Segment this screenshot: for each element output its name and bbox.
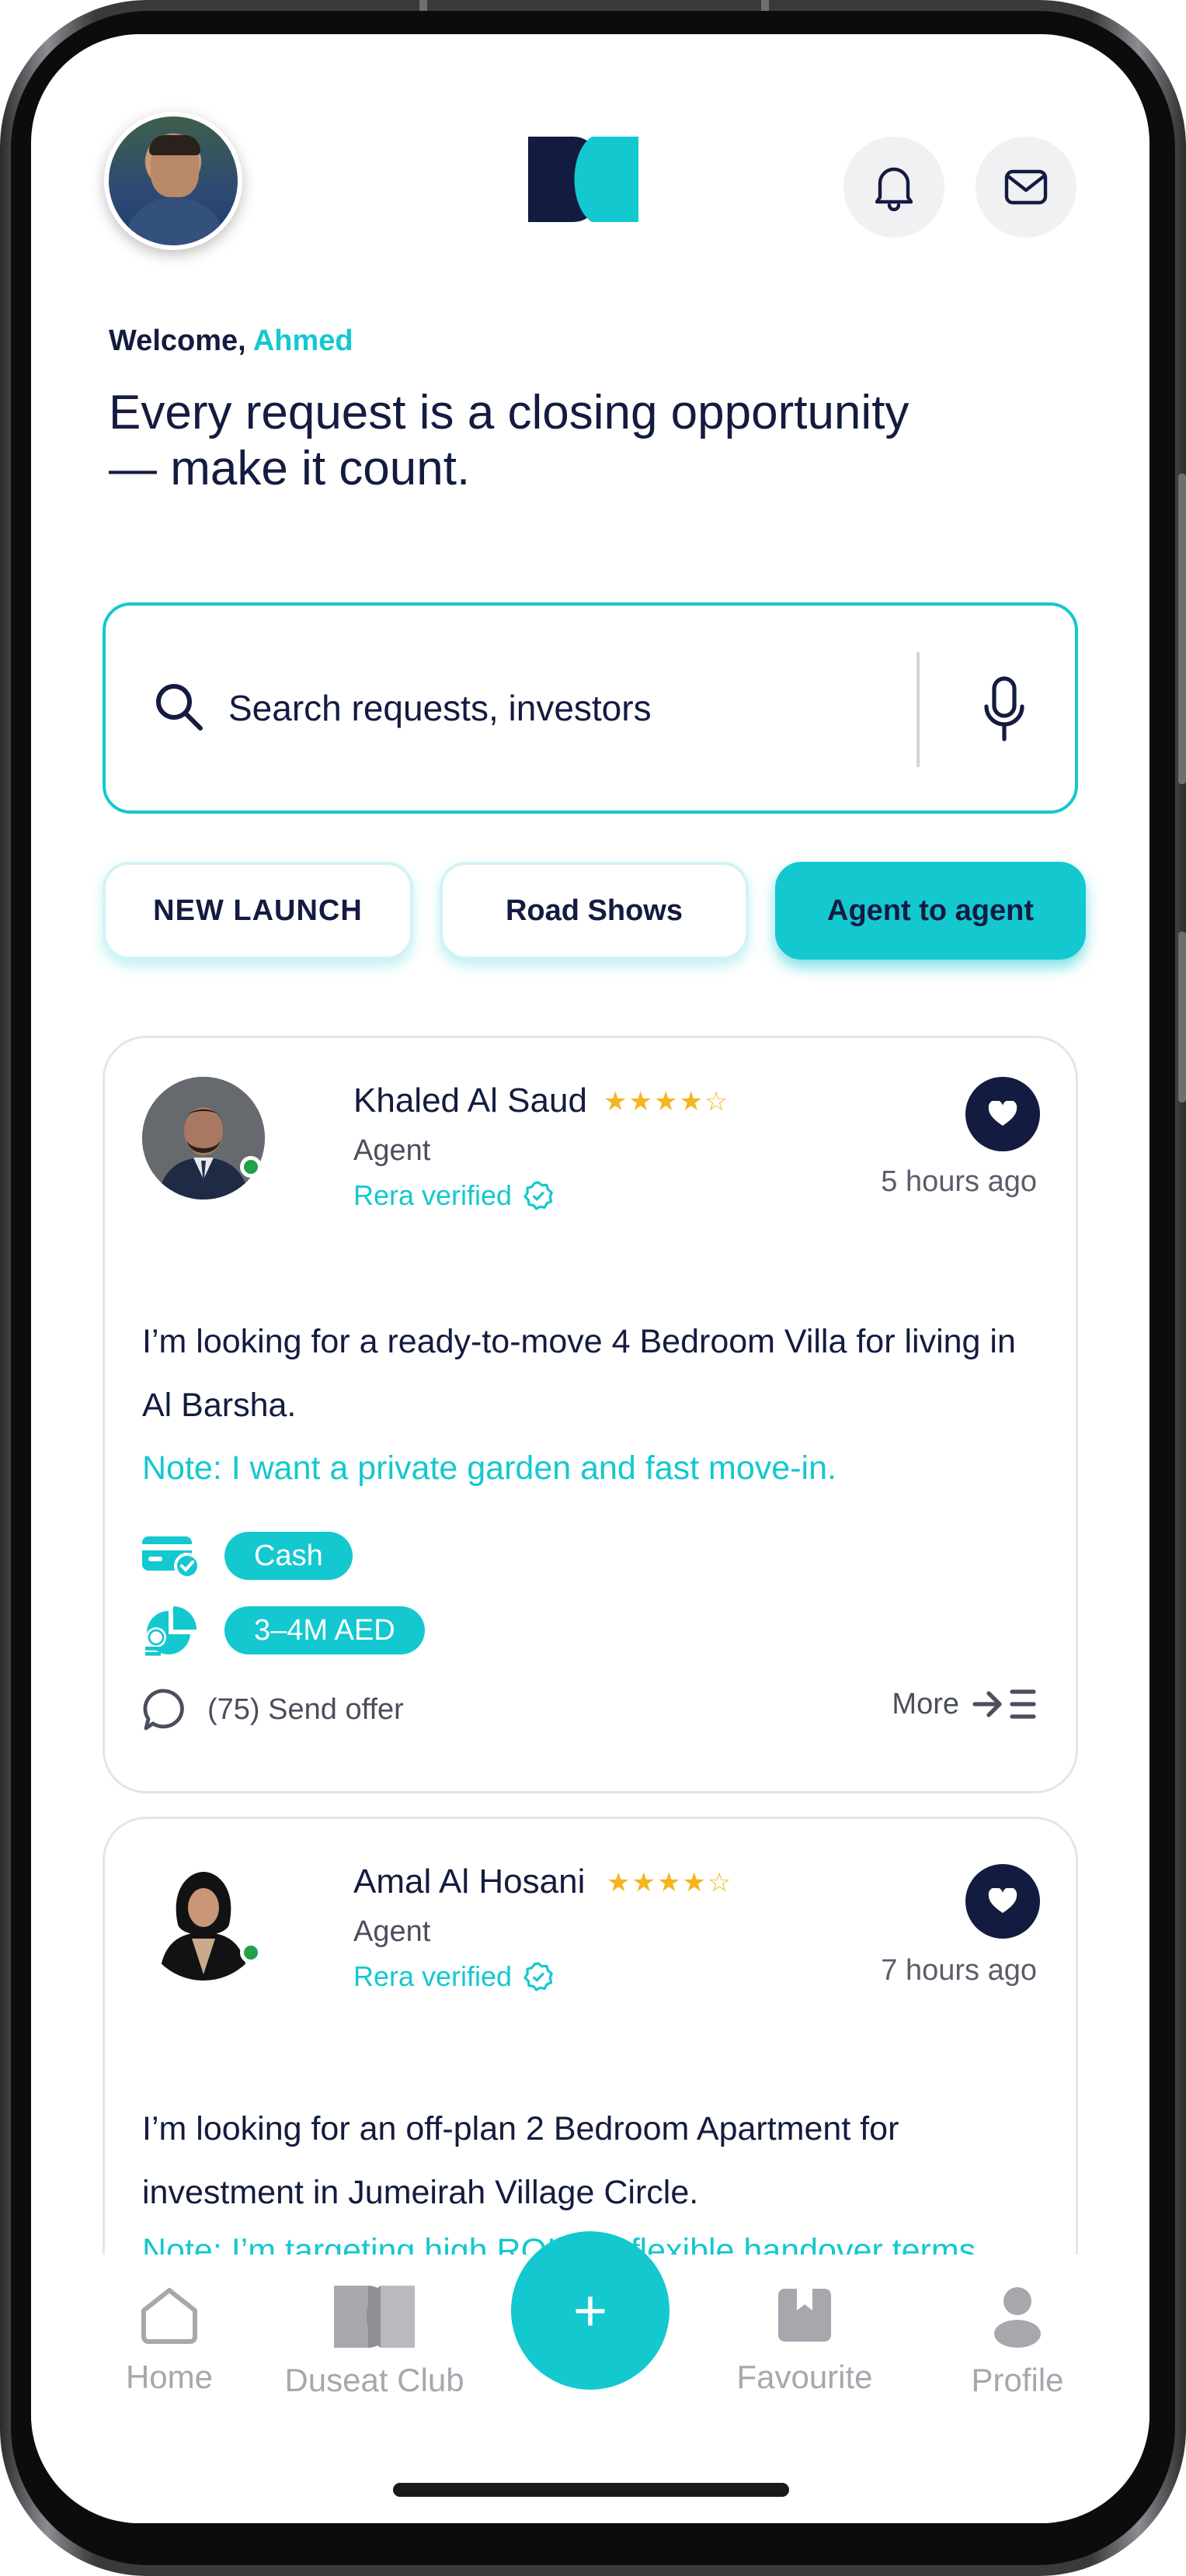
duseat-logo xyxy=(528,137,638,222)
nav-home-label: Home xyxy=(125,2359,214,2395)
bookmark-folder-icon xyxy=(778,2289,831,2342)
rera-verified-badge: Rera verified xyxy=(353,1179,554,1212)
payment-row: Cash xyxy=(142,1532,353,1580)
nav-profile[interactable]: Profile xyxy=(924,2286,1111,2399)
rating-stars: ★★★★☆ xyxy=(603,1087,730,1116)
post-time: 7 hours ago xyxy=(881,1954,1037,1987)
add-request-button[interactable]: + xyxy=(511,2231,670,2390)
notifications-button[interactable] xyxy=(843,137,944,238)
user-avatar[interactable] xyxy=(104,112,242,250)
payment-tag: Cash xyxy=(224,1532,353,1580)
online-status-dot xyxy=(240,1942,262,1963)
agent-role: Agent xyxy=(353,1915,431,1948)
app-screen: Welcome, Ahmed Every request is a closin… xyxy=(31,34,1149,2523)
post-time: 5 hours ago xyxy=(881,1165,1037,1198)
page-headline: Every request is a closing opportunity —… xyxy=(109,386,909,495)
search-input[interactable] xyxy=(228,677,850,739)
more-button[interactable]: More xyxy=(892,1687,1037,1721)
mail-icon xyxy=(1004,169,1048,205)
favourite-button[interactable] xyxy=(965,1864,1040,1939)
volume-button xyxy=(1178,474,1186,784)
nav-favourite[interactable]: Favourite xyxy=(711,2286,898,2396)
search-icon xyxy=(156,684,203,731)
search-divider xyxy=(916,652,920,767)
nav-home[interactable]: Home xyxy=(76,2286,263,2396)
heart-icon xyxy=(988,1888,1017,1913)
request-text: I’m looking for a ready-to-move 4 Bedroo… xyxy=(142,1323,1016,1424)
user-name: Ahmed xyxy=(252,325,353,357)
chip-road-shows[interactable]: Road Shows xyxy=(440,862,749,960)
agent-role: Agent xyxy=(353,1134,431,1167)
verified-badge-icon xyxy=(523,1181,553,1210)
request-card[interactable]: Khaled Al Saud ★★★★☆ Agent Rera verified… xyxy=(103,1036,1078,1793)
power-button xyxy=(1178,932,1186,1102)
profile-icon xyxy=(994,2287,1041,2348)
messages-button[interactable] xyxy=(976,137,1076,238)
home-indicator xyxy=(393,2483,789,2497)
send-offer-button[interactable]: (75) Send offer xyxy=(142,1687,404,1732)
verified-badge-icon xyxy=(523,1962,553,1991)
nav-duseat-club[interactable]: Duseat Club xyxy=(281,2286,468,2399)
search-bar xyxy=(103,602,1078,814)
welcome-text: Welcome, Ahmed xyxy=(109,325,353,358)
rera-verified-label: Rera verified xyxy=(353,1960,513,1992)
welcome-prefix: Welcome, xyxy=(109,325,246,357)
online-status-dot xyxy=(240,1156,262,1178)
home-icon xyxy=(141,2288,197,2344)
frame-antenna-line xyxy=(419,0,427,11)
chip-new-launch[interactable]: NEW LAUNCH xyxy=(103,862,413,960)
nav-favourite-label: Favourite xyxy=(736,2359,873,2395)
rating-stars: ★★★★☆ xyxy=(607,1868,733,1897)
request-note: Note: I want a private garden and fast m… xyxy=(142,1449,836,1487)
nav-duseat-club-label: Duseat Club xyxy=(284,2362,464,2398)
agent-name[interactable]: Amal Al Hosani xyxy=(353,1863,585,1901)
nav-profile-label: Profile xyxy=(971,2362,1064,2398)
expand-list-icon xyxy=(972,1689,1036,1719)
frame-antenna-line xyxy=(761,0,769,11)
budget-tag: 3–4M AED xyxy=(224,1606,425,1654)
rera-verified-label: Rera verified xyxy=(353,1179,513,1211)
duseat-club-icon xyxy=(334,2286,415,2348)
send-offer-label: (75) Send offer xyxy=(207,1692,404,1726)
heart-icon xyxy=(988,1101,1017,1126)
agent-name[interactable]: Khaled Al Saud xyxy=(353,1081,587,1120)
rera-verified-badge: Rera verified xyxy=(353,1960,554,1993)
more-label: More xyxy=(892,1687,959,1720)
microphone-icon[interactable] xyxy=(982,675,1027,744)
agent-avatar[interactable] xyxy=(142,1077,265,1199)
favourite-button[interactable] xyxy=(965,1077,1040,1151)
bell-icon xyxy=(875,167,913,211)
payment-card-icon xyxy=(142,1536,200,1578)
budget-chart-icon xyxy=(145,1606,197,1656)
comment-icon xyxy=(143,1689,184,1731)
budget-row: 3–4M AED xyxy=(142,1603,425,1658)
chip-agent-to-agent[interactable]: Agent to agent xyxy=(775,862,1086,960)
request-text: I’m looking for an off-plan 2 Bedroom Ap… xyxy=(142,2110,899,2211)
